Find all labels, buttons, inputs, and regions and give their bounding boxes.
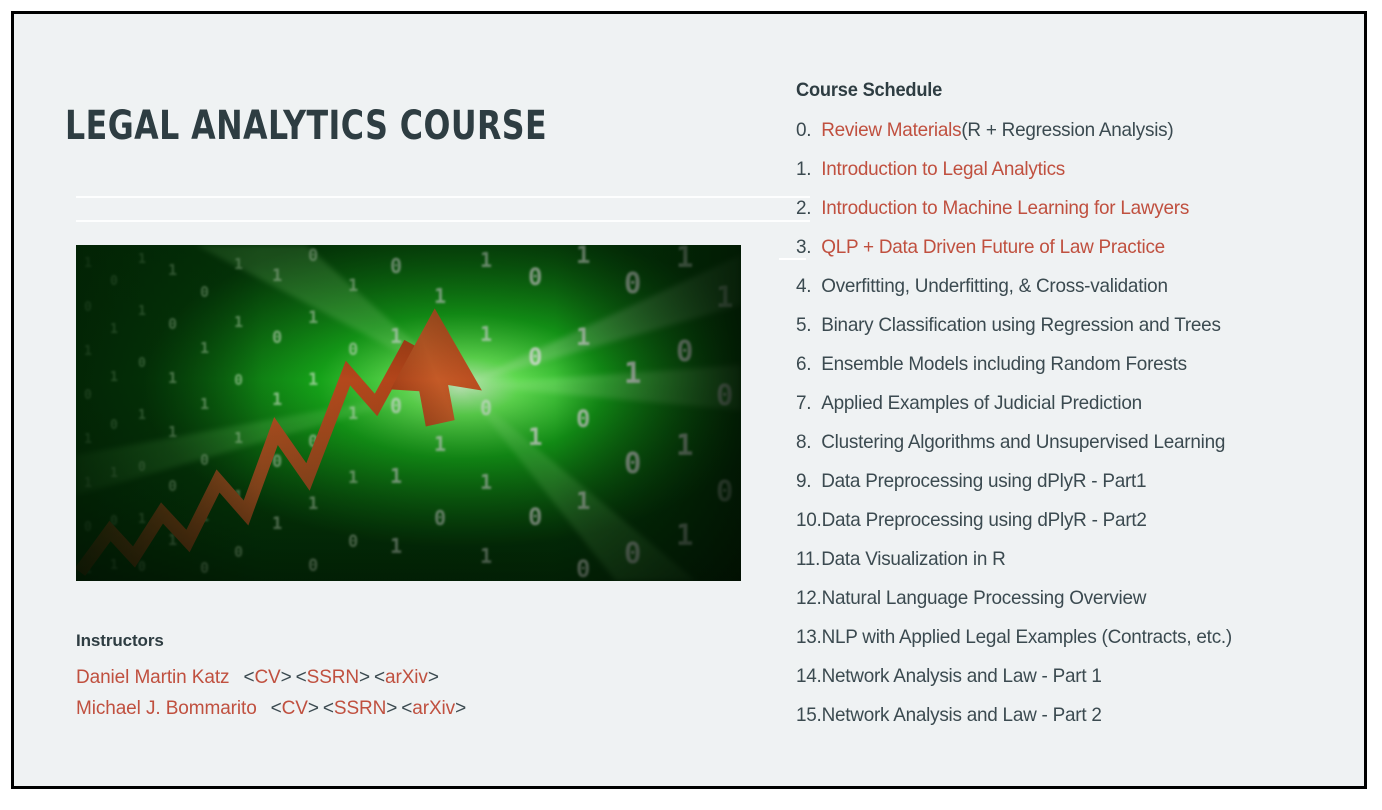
angle-close-icon: >	[307, 697, 319, 719]
schedule-item-suffix: (R + Regression Analysis)	[961, 119, 1174, 141]
schedule-item-number: 3.	[796, 236, 812, 258]
instructor-arxiv-link[interactable]: arXiv	[385, 667, 428, 688]
schedule-item-label: Clustering Algorithms and Unsupervised L…	[821, 431, 1226, 453]
angle-open-icon: <	[374, 667, 386, 688]
schedule-item-label: NLP with Applied Legal Examples (Contrac…	[821, 626, 1233, 648]
schedule-item: 10. Data Preprocessing using dPlyR - Part…	[796, 509, 1339, 548]
schedule-item-number: 10.	[796, 509, 822, 531]
page-title: LEGAL ANALYTICS COURSE	[65, 102, 548, 149]
schedule-item-label: Overfitting, Underfitting, & Cross-valid…	[821, 275, 1168, 297]
schedule-item-number: 11.	[796, 548, 821, 570]
divider-rule-bottom	[76, 220, 810, 222]
instructor-ssrn-link[interactable]: SSRN	[307, 667, 359, 688]
schedule-item-label: Ensemble Models including Random Forests	[821, 353, 1187, 375]
instructor-links: <CV> <SSRN> <arXiv>	[271, 698, 466, 719]
schedule-item-number: 1.	[796, 158, 812, 180]
schedule-item-link[interactable]: Introduction to Legal Analytics	[821, 158, 1065, 181]
right-column: Course Schedule 0. Review Materials (R + …	[796, 14, 1356, 786]
schedule-item: 6. Ensemble Models including Random Fore…	[796, 353, 1339, 392]
schedule-item-number: 7.	[796, 392, 812, 414]
data-growth-arrow-image: 101 011 01 011 010 1 110 101 0 101	[76, 245, 741, 581]
schedule-item-number: 4.	[796, 275, 812, 297]
angle-open-icon: <	[295, 667, 307, 688]
schedule-item-label: Data Preprocessing using dPlyR - Part1	[821, 470, 1147, 492]
divider-rule-top	[76, 196, 810, 198]
schedule-item-number: 2.	[796, 197, 812, 219]
schedule-item: 7. Applied Examples of Judicial Predicti…	[796, 392, 1339, 431]
instructor-name-link[interactable]: Daniel Martin Katz	[76, 667, 230, 688]
schedule-item-number: 8.	[796, 431, 812, 453]
schedule-item-label: Applied Examples of Judicial Prediction	[821, 392, 1142, 414]
schedule-item-label: Network Analysis and Law - Part 1	[821, 665, 1102, 687]
schedule-item-number: 13.	[796, 626, 822, 648]
schedule-item[interactable]: 2. Introduction to Machine Learning for L…	[796, 197, 1339, 236]
instructor-row: Daniel Martin Katz <CV> <SSRN> <arXiv>	[76, 663, 696, 694]
instructors-heading: Instructors	[76, 631, 164, 650]
schedule-item-number: 5.	[796, 314, 812, 336]
instructor-cv-link[interactable]: CV	[254, 667, 280, 688]
instructor-name-link[interactable]: Michael J. Bommarito	[76, 698, 257, 719]
instructor-ssrn-link[interactable]: SSRN	[334, 698, 386, 719]
schedule-item-link[interactable]: QLP + Data Driven Future of Law Practice	[821, 236, 1165, 259]
schedule-item: 15. Network Analysis and Law - Part 2	[796, 704, 1339, 743]
schedule-item-number: 12.	[796, 587, 822, 609]
schedule-item-number: 0.	[796, 119, 812, 141]
schedule-item-link[interactable]: Review Materials	[821, 119, 961, 142]
schedule-item-label: Binary Classification using Regression a…	[821, 314, 1221, 336]
schedule-heading: Course Schedule	[796, 80, 943, 101]
angle-open-icon: <	[322, 697, 334, 719]
schedule-item[interactable]: 1. Introduction to Legal Analytics	[796, 158, 1339, 197]
schedule-item-label: Data Visualization in R	[821, 548, 1006, 570]
schedule-item[interactable]: 3. QLP + Data Driven Future of Law Practi…	[796, 236, 1339, 275]
angle-close-icon: >	[455, 697, 467, 719]
schedule-item-link[interactable]: Introduction to Machine Learning for Law…	[821, 197, 1189, 220]
course-schedule-list: 0. Review Materials (R + Regression Analy…	[796, 119, 1356, 743]
angle-open-icon: <	[270, 697, 282, 719]
schedule-item: 8. Clustering Algorithms and Unsupervise…	[796, 431, 1339, 470]
angle-close-icon: >	[280, 667, 292, 688]
left-column: LEGAL ANALYTICS COURSE Instructors Danie…	[65, 14, 810, 786]
instructors-block: Instructors Daniel Martin Katz <CV> <SSRN>…	[76, 631, 696, 725]
schedule-item-number: 15.	[796, 704, 822, 726]
schedule-item: 14. Network Analysis and Law - Part 1	[796, 665, 1339, 704]
schedule-item: 9. Data Preprocessing using dPlyR - Part…	[796, 470, 1339, 509]
instructor-arxiv-link[interactable]: arXiv	[412, 698, 455, 719]
schedule-item: 11. Data Visualization in R	[796, 548, 1339, 587]
schedule-item[interactable]: 0. Review Materials (R + Regression Analy…	[796, 119, 1339, 158]
schedule-item: 13. NLP with Applied Legal Examples (Cont…	[796, 626, 1339, 665]
angle-open-icon: <	[243, 667, 255, 688]
instructor-row: Michael J. Bommarito <CV> <SSRN> <arXiv>	[76, 694, 696, 725]
schedule-item-number: 14.	[796, 665, 822, 687]
schedule-item: 12. Natural Language Processing Overview	[796, 587, 1339, 626]
slide-frame: LEGAL ANALYTICS COURSE Instructors Danie…	[11, 11, 1367, 789]
instructor-cv-link[interactable]: CV	[282, 698, 308, 719]
angle-close-icon: >	[359, 667, 371, 688]
schedule-item-number: 6.	[796, 353, 812, 375]
schedule-item-label: Natural Language Processing Overview	[821, 587, 1147, 609]
schedule-item-number: 9.	[796, 470, 812, 492]
slide-content: LEGAL ANALYTICS COURSE Instructors Danie…	[14, 14, 1364, 786]
schedule-item-label: Network Analysis and Law - Part 2	[821, 704, 1102, 726]
angle-close-icon: >	[386, 697, 398, 719]
instructor-links: <CV> <SSRN> <arXiv>	[243, 667, 438, 688]
schedule-item: 5. Binary Classification using Regressio…	[796, 314, 1339, 353]
angle-close-icon: >	[427, 667, 439, 688]
schedule-item-label: Data Preprocessing using dPlyR - Part2	[821, 509, 1147, 531]
angle-open-icon: <	[401, 697, 413, 719]
schedule-item: 4. Overfitting, Underfitting, & Cross-val…	[796, 275, 1339, 314]
